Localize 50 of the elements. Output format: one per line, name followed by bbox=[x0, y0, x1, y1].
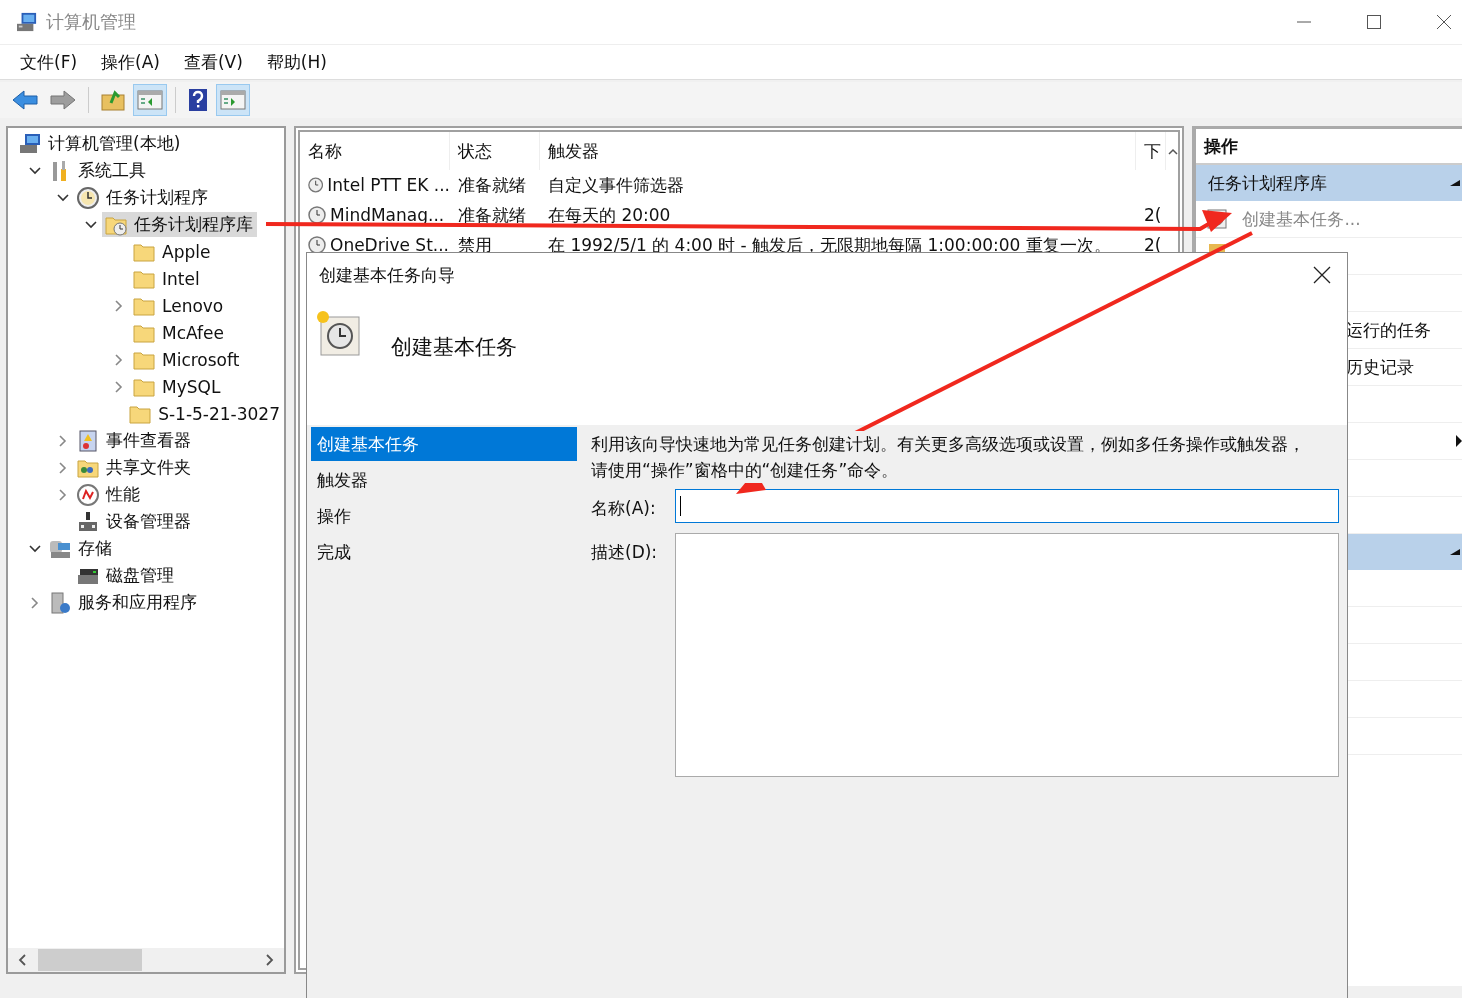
table-cell: 准备就绪 bbox=[458, 173, 526, 197]
tree-item[interactable]: 共享文件夹 bbox=[74, 455, 195, 480]
tree-item[interactable]: 设备管理器 bbox=[74, 509, 195, 534]
window-title: 计算机管理 bbox=[46, 10, 136, 34]
wizard-step[interactable]: 操作 bbox=[311, 499, 577, 533]
column-header[interactable]: 状态 bbox=[450, 132, 540, 170]
section-header[interactable]: 任务计划程序库 bbox=[1196, 165, 1462, 201]
tree-item[interactable]: Intel bbox=[130, 266, 204, 291]
tree-item[interactable]: 存储 bbox=[46, 536, 116, 561]
table-cell: OneDrive St... bbox=[330, 235, 449, 255]
table-cell: Intel PTT EK ... bbox=[327, 175, 450, 195]
tree-item[interactable]: Microsoft bbox=[130, 347, 244, 372]
action-link[interactable]: 历史记录 bbox=[1346, 355, 1415, 379]
table-cell: 在每天的 20:00 bbox=[548, 203, 671, 227]
tree-item[interactable]: Lenovo bbox=[130, 293, 228, 318]
action-link[interactable]: 运行的任务 bbox=[1346, 318, 1432, 342]
tree-item[interactable]: S-1-5-21-3027 bbox=[126, 401, 284, 426]
tree-item[interactable]: McAfee bbox=[130, 320, 228, 345]
field-label: 描述(D): bbox=[591, 541, 659, 564]
menu-item[interactable]: 操作(A) bbox=[101, 50, 160, 74]
table-cell: 准备就绪 bbox=[458, 203, 526, 227]
tree-item[interactable]: Apple bbox=[130, 239, 215, 264]
tree-item[interactable]: 任务计划程序 bbox=[74, 185, 212, 210]
tree-item[interactable]: 系统工具 bbox=[46, 158, 150, 183]
table-cell: 2( bbox=[1144, 235, 1162, 255]
table-cell: 禁用 bbox=[458, 233, 492, 257]
menu-item[interactable]: 文件(F) bbox=[20, 50, 78, 74]
table-cell: 自定义事件筛选器 bbox=[548, 173, 684, 197]
dialog-heading: 创建基本任务 bbox=[391, 334, 517, 361]
column-header[interactable]: 下 bbox=[1136, 132, 1166, 170]
tree-item[interactable]: 任务计划程序库 bbox=[102, 212, 257, 237]
field-label: 名称(A): bbox=[591, 497, 657, 520]
wizard-step[interactable]: 创建基本任务 bbox=[311, 427, 577, 461]
tree-item[interactable]: 事件查看器 bbox=[74, 428, 195, 453]
dialog-title: 创建基本任务向导 bbox=[319, 263, 455, 287]
task-row[interactable]: MindManag... 准备就绪 在每天的 20:00 2( bbox=[300, 200, 1179, 230]
column-header[interactable]: 名称 bbox=[300, 132, 450, 170]
menu-item[interactable]: 查看(V) bbox=[183, 50, 243, 74]
wizard-step[interactable]: 触发器 bbox=[311, 463, 577, 497]
wizard-step[interactable]: 完成 bbox=[311, 535, 577, 569]
tree-item[interactable]: 性能 bbox=[74, 482, 144, 507]
menu-item[interactable]: 帮助(H) bbox=[266, 50, 327, 74]
task-row[interactable]: Intel PTT EK ... 准备就绪 自定义事件筛选器 bbox=[300, 170, 1179, 200]
table-cell: MindManag... bbox=[330, 205, 445, 225]
tree-item[interactable]: MySQL bbox=[130, 374, 225, 399]
column-header[interactable]: 触发器 bbox=[540, 132, 1136, 170]
tree-item[interactable]: 服务和应用程序 bbox=[46, 590, 201, 615]
tree-item[interactable]: 磁盘管理 bbox=[74, 563, 178, 588]
tree-item[interactable]: 计算机管理(本地) bbox=[16, 131, 185, 156]
table-cell: 2( bbox=[1144, 205, 1162, 225]
